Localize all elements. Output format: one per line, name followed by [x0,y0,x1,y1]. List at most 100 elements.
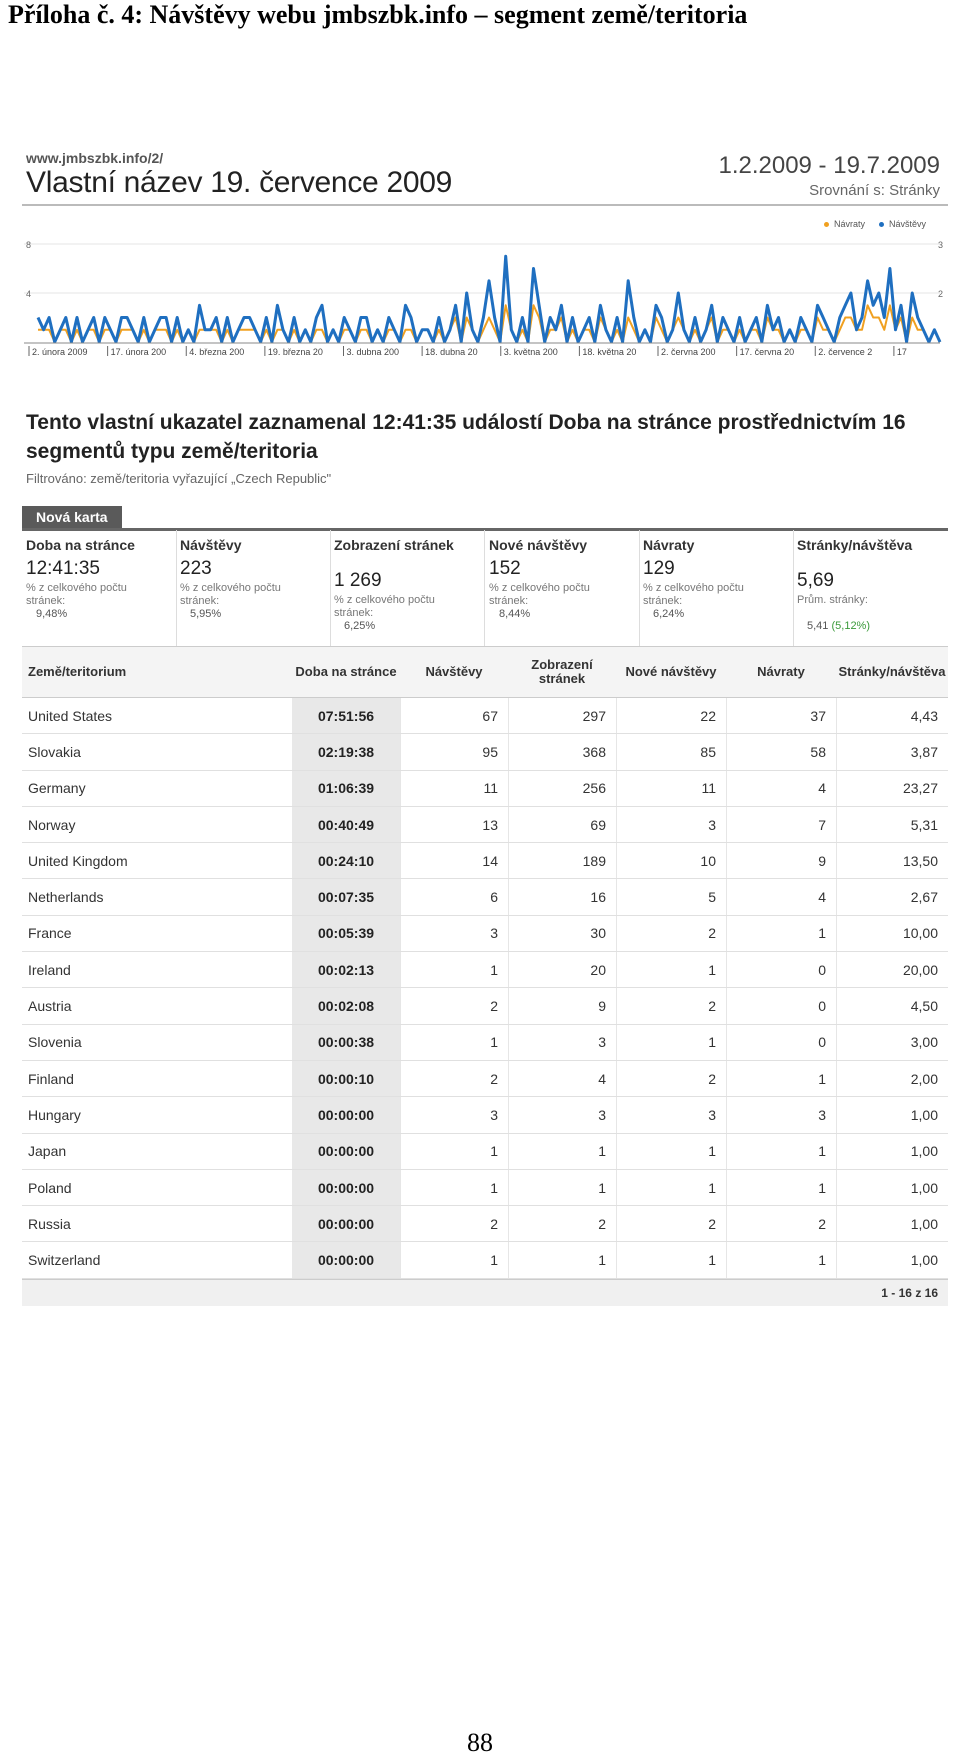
cell-pages-per-visit: 1,00 [836,1169,948,1206]
cell-country[interactable]: Slovakia [22,734,292,769]
compare-label[interactable]: Srovnání s: Stránky [809,182,940,199]
cell-returns: 1 [726,1169,836,1206]
col-header-pageviews[interactable]: Zobrazení stránek [508,647,616,697]
metric-box[interactable]: Zobrazení stránek 1 269 % z celkového počt… [330,530,485,646]
metric-label: Doba na stránce [26,537,135,553]
y-right-tick-label: 3 [938,240,943,250]
cell-country[interactable]: Slovenia [22,1025,292,1060]
cell-new-visits: 10 [616,843,726,879]
cell-new-visits: 85 [616,734,726,770]
report-url[interactable]: www.jmbszbk.info/2/ [26,150,163,166]
cell-time-on-page: 00:00:00 [292,1242,400,1278]
cell-country[interactable]: Poland [22,1170,292,1205]
filter-description: Filtrováno: země/teritoria vyřazující „C… [26,471,332,486]
cell-new-visits: 2 [616,915,726,952]
cell-pageviews: 1 [508,1242,616,1278]
cell-country[interactable]: Switzerland [22,1242,292,1277]
cell-country[interactable]: Japan [22,1134,292,1169]
cell-pageviews: 2 [508,1206,616,1242]
metric-percent-value: 8,44% [499,608,531,620]
x-tick-label: 17 [897,347,907,357]
table-row[interactable]: Russia 00:00:00 2 2 2 2 1,00 [22,1206,948,1243]
cell-pageviews: 368 [508,734,616,770]
x-tick-label: 2. července 2 [818,347,872,357]
table-row[interactable]: Japan 00:00:00 1 1 1 1 1,00 [22,1133,948,1170]
legend-returns-dot-icon [823,221,829,227]
chart-legend: Návraty Návštěvy [823,219,926,229]
metric-note: % z celkového počtu stránek: [334,594,435,619]
col-header-visits[interactable]: Návštěvy [400,647,508,697]
col-header-country[interactable]: Země/teritorium [22,647,292,697]
cell-country[interactable]: United Kingdom [22,843,292,878]
cell-country[interactable]: Germany [22,771,292,806]
cell-country[interactable]: France [22,916,292,951]
legend-visits[interactable]: Návštěvy [878,219,926,229]
cell-pageviews: 3 [508,1024,616,1060]
cell-country[interactable]: Norway [22,807,292,842]
metric-box[interactable]: Návraty 129 % z celkového počtu stránek: 6,… [639,530,794,646]
cell-country[interactable]: Hungary [22,1097,292,1132]
cell-pages-per-visit: 1,00 [836,1097,948,1133]
cell-country[interactable]: Austria [22,988,292,1023]
cell-country[interactable]: Netherlands [22,879,292,914]
col-header-pages-per-visit[interactable]: Stránky/návštěva [836,647,948,697]
cell-new-visits: 5 [616,879,726,915]
cell-new-visits: 3 [616,806,726,843]
metric-percent: 6,25% [344,620,375,632]
cell-country[interactable]: Finland [22,1061,292,1096]
table-row[interactable]: France 00:05:39 3 30 2 1 10,00 [22,915,948,953]
table-row[interactable]: Ireland 00:02:13 1 20 1 0 20,00 [22,952,948,989]
metric-box[interactable]: Nové návštěvy 152 % z celkového počtu strá… [485,530,640,646]
cell-country[interactable]: Russia [22,1206,292,1241]
metric-value: 12:41:35 [26,558,100,579]
col-header-time[interactable]: Doba na stránce [292,647,400,697]
table-row[interactable]: Slovakia 02:19:38 95 368 85 58 3,87 [22,734,948,771]
table-row[interactable]: Norway 00:40:49 13 69 3 7 5,31 [22,806,948,844]
table-row[interactable]: Poland 00:00:00 1 1 1 1 1,00 [22,1169,948,1207]
cell-visits: 1 [400,1133,508,1169]
table-row[interactable]: Netherlands 00:07:35 6 16 5 4 2,67 [22,879,948,916]
cell-visits: 1 [400,1024,508,1060]
document-title: Příloha č. 4: Návštěvy webu jmbszbk.info… [8,0,748,29]
cell-country[interactable]: Ireland [22,952,292,987]
date-range[interactable]: 1.2.2009 - 19.7.2009 [718,152,940,180]
cell-visits: 11 [400,770,508,806]
cell-new-visits: 1 [616,952,726,988]
legend-visits-label: Návštěvy [888,219,926,229]
legend-visits-dot-icon [878,221,884,227]
cell-country[interactable]: United States [22,698,292,733]
cell-new-visits: 1 [616,1133,726,1169]
table-row[interactable]: United Kingdom 00:24:10 14 189 10 9 13,50 [22,843,948,880]
legend-returns[interactable]: Návraty [823,219,865,229]
cell-returns: 1 [726,1060,836,1097]
metric-box[interactable]: Stránky/návštěva 5,69 Prům. stránky: 5,41 (… [793,530,947,646]
cell-pageviews: 9 [508,988,616,1024]
cell-pages-per-visit: 3,87 [836,734,948,770]
table-row[interactable]: Austria 00:02:08 2 9 2 0 4,50 [22,988,948,1025]
cell-pageviews: 4 [508,1060,616,1097]
metric-note: Prům. stránky: [797,594,868,606]
metric-box[interactable]: Návštěvy 223 % z celkového počtu stránek: 5… [176,530,331,646]
cell-new-visits: 2 [616,988,726,1024]
data-table: Země/teritorium Doba na stránce Návštěvy… [22,647,948,1306]
cell-visits: 6 [400,879,508,915]
metric-percent-value: 6,24% [653,608,685,620]
metric-value: 1 269 [334,570,382,591]
col-header-returns[interactable]: Návraty [726,647,836,697]
x-tick-label: 3. května 200 [504,347,558,357]
table-row[interactable]: Switzerland 00:00:00 1 1 1 1 1,00 [22,1242,948,1279]
metric-box[interactable]: Doba na stránce 12:41:35 % z celkového poč… [22,530,177,646]
cell-time-on-page: 00:05:39 [292,915,400,952]
cell-returns: 3 [726,1097,836,1133]
series-visits-line[interactable] [36,254,942,344]
col-header-new-visits[interactable]: Nové návštěvy [616,647,726,697]
table-row[interactable]: Finland 00:00:10 2 4 2 1 2,00 [22,1060,948,1098]
cell-time-on-page: 00:00:00 [292,1097,400,1133]
table-row[interactable]: United States 07:51:56 67 297 22 37 4,43 [22,698,948,735]
table-row[interactable]: Germany 01:06:39 11 256 11 4 23,27 [22,770,948,807]
table-row[interactable]: Slovenia 00:00:38 1 3 1 0 3,00 [22,1024,948,1061]
report-name: Vlastní název 19. července 2009 [26,166,452,199]
table-row[interactable]: Hungary 00:00:00 3 3 3 3 1,00 [22,1097,948,1134]
metric-percent-value: 5,95% [190,608,222,620]
tab-new[interactable]: Nová karta [22,506,122,528]
